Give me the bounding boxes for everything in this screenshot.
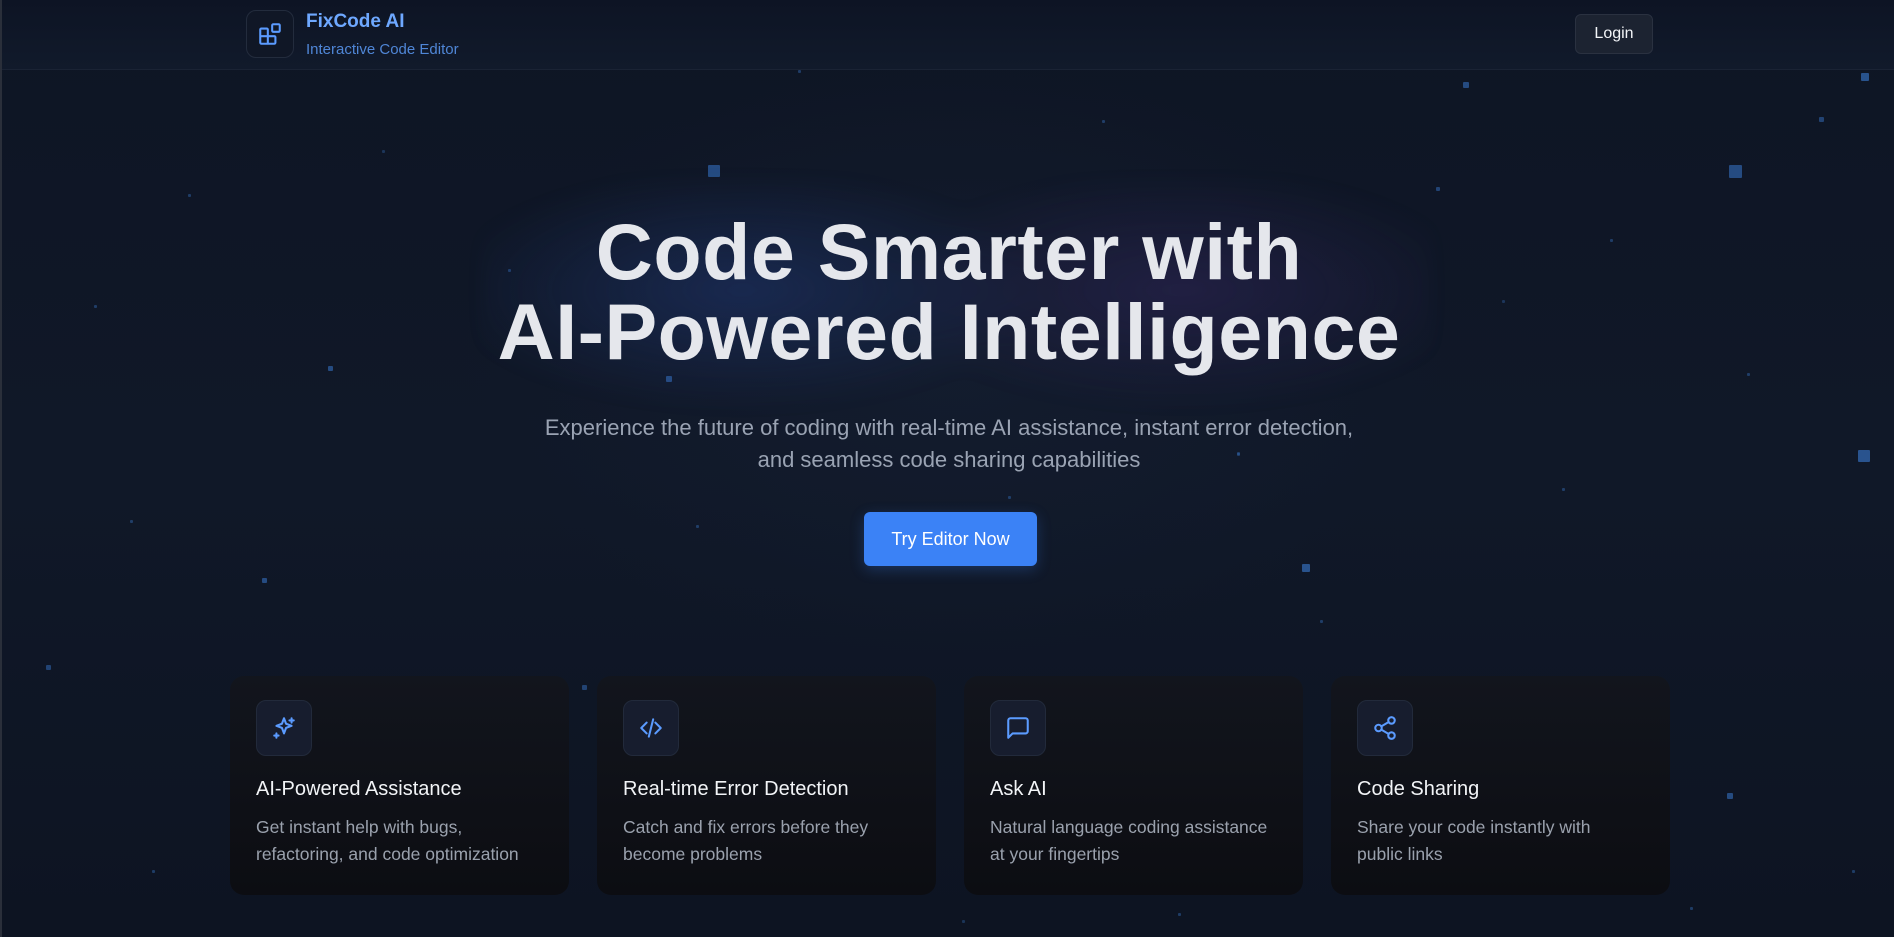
hero-subtitle-line-2: and seamless code sharing capabilities [757, 447, 1141, 472]
feature-description: Share your code instantly with public li… [1357, 814, 1647, 868]
hero-title-line-2: AI-Powered Intelligence [497, 287, 1401, 376]
share-icon [1357, 700, 1413, 756]
hero-subtitle-line-1: Experience the future of coding with rea… [544, 415, 1354, 440]
feature-description-line-2: refactoring, and code optimization [256, 844, 519, 864]
hero-title: Code Smarter with AI-Powered Intelligenc… [2, 212, 1894, 372]
feature-description-line-1: Catch and fix errors before they [623, 817, 869, 837]
feature-description: Natural language coding assistance at yo… [990, 814, 1280, 868]
feature-description: Catch and fix errors before they become … [623, 814, 913, 868]
feature-description-line-2: at your fingertips [990, 844, 1120, 864]
feature-description: Get instant help with bugs, refactoring,… [256, 814, 546, 868]
feature-card-ask-ai[interactable]: Ask AI Natural language coding assistanc… [964, 676, 1303, 895]
message-square-icon [990, 700, 1046, 756]
blocks-icon [246, 10, 294, 58]
feature-description-line-1: Get instant help with bugs, [256, 817, 463, 837]
hero-subtitle: Experience the future of coding with rea… [2, 412, 1894, 476]
sparkles-icon [256, 700, 312, 756]
feature-description-line-2: public links [1357, 844, 1443, 864]
landing-page: FixCode AI Interactive Code Editor Login… [0, 0, 1894, 937]
login-button[interactable]: Login [1575, 14, 1653, 54]
feature-card-code-sharing[interactable]: Code Sharing Share your code instantly w… [1331, 676, 1670, 895]
feature-title: Real-time Error Detection [623, 778, 849, 800]
brand-name: FixCode AI [306, 11, 405, 32]
feature-description-line-2: become problems [623, 844, 763, 864]
feature-title: AI-Powered Assistance [256, 778, 462, 800]
hero-title-line-1: Code Smarter with [595, 207, 1303, 296]
brand[interactable]: FixCode AI Interactive Code Editor [246, 10, 459, 60]
feature-card-ai-assistance[interactable]: AI-Powered Assistance Get instant help w… [230, 676, 569, 895]
top-navbar: FixCode AI Interactive Code Editor Login [2, 0, 1894, 70]
brand-subtitle: Interactive Code Editor [306, 41, 459, 58]
feature-description-line-1: Natural language coding assistance [990, 817, 1268, 837]
try-editor-button[interactable]: Try Editor Now [864, 512, 1037, 566]
code-icon [623, 700, 679, 756]
feature-card-error-detection[interactable]: Real-time Error Detection Catch and fix … [597, 676, 936, 895]
feature-description-line-1: Share your code instantly with [1357, 817, 1591, 837]
feature-title: Ask AI [990, 778, 1047, 800]
feature-title: Code Sharing [1357, 778, 1480, 800]
